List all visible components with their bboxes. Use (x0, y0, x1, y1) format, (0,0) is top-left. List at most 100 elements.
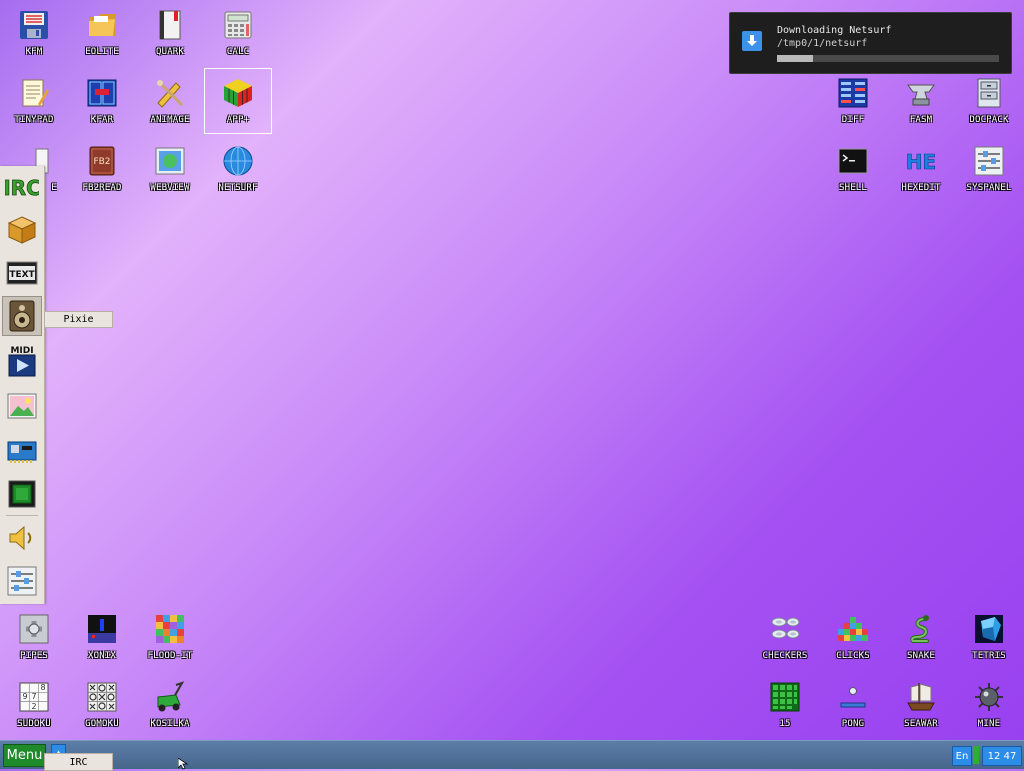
pong-icon (836, 680, 870, 714)
dock-item-label: TEXT (9, 270, 35, 280)
midi-player-icon: MIDI (8, 346, 36, 377)
sliders-icon (972, 144, 1006, 178)
dock-item-package[interactable] (3, 211, 41, 249)
desktop-icon-pipes[interactable]: PIPES (0, 604, 68, 670)
desktop-icon-hexedit[interactable]: HE HEXEDIT (887, 136, 955, 202)
desktop-icon-gomoku[interactable]: GOMOKU (68, 672, 136, 738)
desktop-icon-mine[interactable]: MINE (955, 672, 1023, 738)
desktop-icon-diff[interactable]: DIFF (819, 68, 887, 134)
dock-item-midi[interactable]: MIDI (3, 342, 41, 380)
hex-icon: HE (904, 144, 938, 178)
desktop-icon-label: PIPES (19, 651, 49, 661)
desktop-icon-label: TINYPAD (14, 115, 54, 125)
desktop-icon-label: XONIX (87, 651, 117, 661)
panels-icon (85, 76, 119, 110)
dock-item-volume[interactable] (3, 519, 41, 557)
desktop-icon-flood-it[interactable]: FLOOD-IT (136, 604, 204, 670)
desktop-icon-eolite[interactable]: EOLITE (68, 0, 136, 66)
desktop-icon-label: QUARK (155, 47, 185, 57)
tray-indicator[interactable] (973, 746, 979, 764)
sudoku-icon: 8 972 (17, 680, 51, 714)
desktop-icon-kosilka[interactable]: KOSILKA (136, 672, 204, 738)
desktop-icon-calc[interactable]: CALC (204, 0, 272, 66)
network-card-icon (7, 441, 37, 463)
calculator-icon (221, 8, 255, 42)
dock-separator (6, 515, 38, 516)
irc-icon: IRC (5, 176, 39, 201)
clock[interactable]: 12 47 (982, 746, 1022, 766)
gomoku-icon (85, 680, 119, 714)
desktop-icon-shell[interactable]: SHELL (819, 136, 887, 202)
desktop-icon-label: HEXEDIT (901, 183, 941, 193)
desktop-icon-label: DOCPACK (969, 115, 1009, 125)
image-viewer-icon (7, 393, 37, 419)
desktop-icon-label: SUDOKU (17, 719, 51, 729)
desktop-icon-fb2read[interactable]: FB2 FB2READ (68, 136, 136, 202)
desktop-icon-label: GOMOKU (85, 719, 119, 729)
desktop-icon-kfar[interactable]: KFAR (68, 68, 136, 134)
svg-text:7: 7 (31, 692, 36, 701)
desktop-icon-label: SYSPANEL (966, 183, 1012, 193)
desktop-icon-webview[interactable]: WEBVIEW (136, 136, 204, 202)
checkers-icon (768, 612, 802, 646)
desktop-icon-15[interactable]: 15 (751, 672, 819, 738)
anvil-icon (904, 76, 938, 110)
desktop-icon-docpack[interactable]: DOCPACK (955, 68, 1023, 134)
taskbar: Menu ▴ IRC En 12 47 (0, 740, 1024, 771)
desktop-icon-label: CLICKS (836, 651, 870, 661)
download-notification[interactable]: Downloading Netsurf /tmp0/1/netsurf (729, 12, 1012, 74)
text-tool-icon: TEXT (6, 261, 38, 285)
desktop-icon-xonix[interactable]: XONIX (68, 604, 136, 670)
language-indicator[interactable]: En (952, 746, 972, 766)
desktop-icon-kfm[interactable]: KFM (0, 0, 68, 66)
desktop-icon-tetris[interactable]: TETRIS (955, 604, 1023, 670)
svg-text:2: 2 (31, 702, 36, 711)
menu-button[interactable]: Menu (3, 744, 46, 767)
desktop-icon-fasm[interactable]: FASM (887, 68, 955, 134)
dock-item-network[interactable] (3, 432, 41, 470)
rubik-cube-icon (221, 76, 255, 110)
floppy-icon (17, 8, 51, 42)
desktop-icon-clicks[interactable]: CLICKS (819, 604, 887, 670)
taskbar-task-irc[interactable]: IRC (44, 753, 113, 771)
desktop-icon-netsurf[interactable]: NETSURF (204, 136, 272, 202)
desktop-icon-label: FB2READ (82, 183, 122, 193)
fb2-book-icon: FB2 (85, 144, 119, 178)
download-progress-bar (777, 55, 999, 62)
desktop-icon-label: CHECKERS (762, 651, 808, 661)
desktop-icon-quark[interactable]: QUARK (136, 0, 204, 66)
desktop-icon-seawar[interactable]: SEAWAR (887, 672, 955, 738)
mine-icon (972, 680, 1006, 714)
desktop-icon-label: SHELL (838, 183, 868, 193)
left-dock: IRC TEXT MIDI (0, 166, 45, 604)
desktop-icon-app-plus[interactable]: APP+ (204, 68, 272, 134)
book-icon (153, 8, 187, 42)
desktop-icon-label: SEAWAR (904, 719, 938, 729)
lawnmower-icon (153, 680, 187, 714)
desktop-icon-label: KOSILKA (150, 719, 190, 729)
desktop-icon-syspanel[interactable]: SYSPANEL (955, 136, 1023, 202)
dock-item-cpu[interactable] (3, 475, 41, 513)
dock-item-settings[interactable] (3, 562, 41, 600)
desktop-icon-label: APP+ (226, 115, 250, 125)
desktop-icon-sudoku[interactable]: 8 972 SUDOKU (0, 672, 68, 738)
desktop-icon-label: PONG (841, 719, 865, 729)
dock-item-label: IRC (5, 176, 39, 200)
desktop-icon-label: DIFF (841, 115, 865, 125)
desktop-icon-checkers[interactable]: CHECKERS (751, 604, 819, 670)
desktop-icon-snake[interactable]: SNAKE (887, 604, 955, 670)
dock-item-pixie[interactable] (2, 296, 42, 336)
svg-text:9: 9 (22, 692, 27, 701)
snake-icon (904, 612, 938, 646)
desktop-icon-animage[interactable]: ANIMAGE (136, 68, 204, 134)
desktop-icon-pong[interactable]: PONG (819, 672, 887, 738)
svg-text:HE: HE (906, 150, 936, 174)
dock-item-image-viewer[interactable] (3, 387, 41, 425)
dock-item-irc[interactable]: IRC (3, 168, 41, 206)
fifteen-icon (768, 680, 802, 714)
pencil-icon (153, 76, 187, 110)
package-box-icon (7, 216, 37, 244)
download-progress-fill (777, 55, 813, 62)
desktop-icon-tinypad[interactable]: TINYPAD (0, 68, 68, 134)
dock-item-text[interactable]: TEXT (3, 254, 41, 292)
